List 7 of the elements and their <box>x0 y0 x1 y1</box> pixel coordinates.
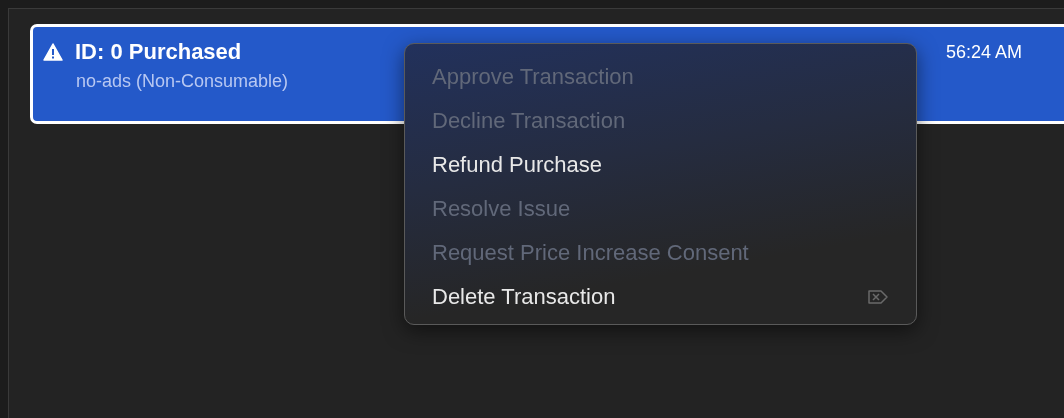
transaction-time: 56:24 AM <box>945 42 1022 64</box>
delete-key-icon <box>867 289 889 305</box>
transaction-subtitle: no-ads (Non-Consumable) <box>76 71 289 92</box>
warning-icon <box>43 43 63 61</box>
transaction-title: ID: 0 Purchased <box>75 39 242 65</box>
menu-item[interactable]: Delete Transaction <box>432 275 916 319</box>
menu-item[interactable]: Refund Purchase <box>432 143 916 187</box>
